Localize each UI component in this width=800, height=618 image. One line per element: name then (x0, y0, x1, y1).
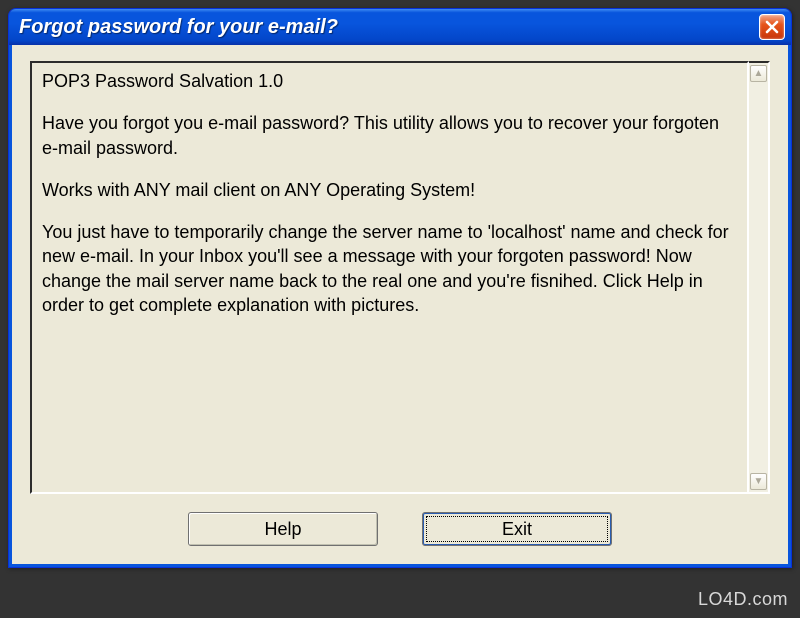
paragraph-instructions: You just have to temporarily change the … (42, 220, 737, 317)
info-textpane[interactable]: POP3 Password Salvation 1.0 Have you for… (30, 61, 749, 494)
watermark: LO4D.com (698, 589, 788, 610)
client-area: POP3 Password Salvation 1.0 Have you for… (9, 45, 791, 567)
help-button-label: Help (264, 519, 301, 540)
button-row: Help Exit (30, 512, 770, 550)
paragraph-title: POP3 Password Salvation 1.0 (42, 69, 737, 93)
titlebar[interactable]: Forgot password for your e-mail? (9, 9, 791, 45)
exit-button[interactable]: Exit (422, 512, 612, 546)
vertical-scrollbar[interactable]: ▲ ▼ (749, 61, 770, 494)
paragraph-compat: Works with ANY mail client on ANY Operat… (42, 178, 737, 202)
close-icon (765, 20, 779, 34)
chevron-down-icon: ▼ (754, 476, 764, 487)
window-title: Forgot password for your e-mail? (19, 16, 759, 39)
scroll-down-button[interactable]: ▼ (750, 473, 767, 490)
close-button[interactable] (759, 14, 785, 40)
chevron-up-icon: ▲ (754, 68, 764, 79)
exit-button-label: Exit (502, 519, 532, 540)
text-pane-container: POP3 Password Salvation 1.0 Have you for… (30, 61, 770, 494)
dialog-window: Forgot password for your e-mail? POP3 Pa… (8, 8, 792, 568)
help-button[interactable]: Help (188, 512, 378, 546)
paragraph-intro: Have you forgot you e-mail password? Thi… (42, 111, 737, 160)
scroll-up-button[interactable]: ▲ (750, 65, 767, 82)
